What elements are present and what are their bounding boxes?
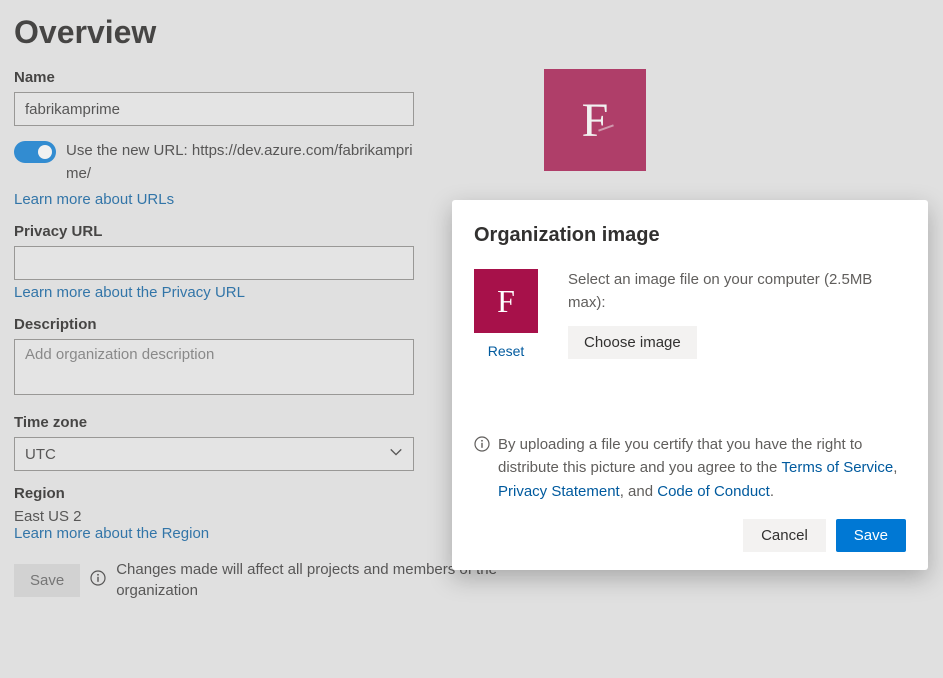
- name-label: Name: [14, 69, 424, 86]
- description-label: Description: [14, 316, 424, 333]
- organization-image-dialog: Organization image F Reset Select an ima…: [452, 200, 928, 570]
- region-label: Region: [14, 485, 424, 502]
- learn-more-region-link[interactable]: Learn more about the Region: [14, 525, 209, 542]
- privacy-statement-link[interactable]: Privacy Statement: [498, 480, 620, 503]
- region-value: East US 2: [14, 508, 424, 525]
- timezone-value: UTC: [25, 446, 56, 463]
- code-of-conduct-link[interactable]: Code of Conduct: [657, 480, 770, 503]
- privacy-url-input[interactable]: [14, 246, 414, 280]
- dialog-legal-text: By uploading a file you certify that you…: [498, 433, 906, 503]
- org-avatar[interactable]: F: [544, 69, 646, 171]
- learn-more-urls-link[interactable]: Learn more about URLs: [14, 191, 174, 208]
- learn-more-privacy-link[interactable]: Learn more about the Privacy URL: [14, 284, 245, 301]
- dialog-avatar: F: [474, 269, 538, 333]
- url-toggle[interactable]: [14, 141, 56, 163]
- info-icon: [90, 570, 106, 591]
- page-title: Overview: [14, 14, 929, 51]
- info-icon: [474, 436, 490, 457]
- description-textarea[interactable]: [14, 339, 414, 395]
- save-button[interactable]: Save: [14, 564, 80, 597]
- privacy-url-label: Privacy URL: [14, 223, 424, 240]
- timezone-label: Time zone: [14, 414, 424, 431]
- cancel-button[interactable]: Cancel: [743, 519, 826, 552]
- dialog-instructions: Select an image file on your computer (2…: [568, 269, 906, 314]
- name-input[interactable]: [14, 92, 414, 126]
- terms-of-service-link[interactable]: Terms of Service: [782, 456, 894, 479]
- reset-link[interactable]: Reset: [488, 343, 525, 359]
- dialog-title: Organization image: [474, 224, 906, 247]
- chevron-down-icon: [389, 445, 403, 463]
- dialog-save-button[interactable]: Save: [836, 519, 906, 552]
- timezone-select[interactable]: UTC: [14, 437, 414, 471]
- choose-image-button[interactable]: Choose image: [568, 326, 697, 359]
- url-toggle-label: Use the new URL: https://dev.azure.com/f…: [66, 140, 424, 185]
